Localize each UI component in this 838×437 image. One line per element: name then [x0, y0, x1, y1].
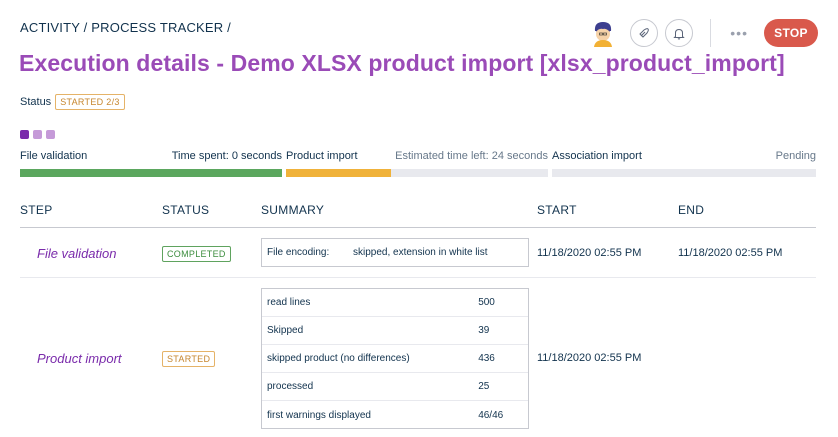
summary-value: skipped, extension in white list [353, 247, 488, 258]
progress-step-name: File validation [20, 150, 88, 162]
summary-key: processed [267, 381, 314, 392]
summary-value: 39 [478, 325, 490, 336]
divider [710, 19, 712, 47]
progress-step-association-import: Association import Pending [552, 150, 816, 177]
step-name: Product import [37, 351, 122, 366]
step-name: File validation [37, 246, 117, 261]
step-dot-2 [33, 130, 42, 139]
progress-bar-fill [20, 169, 282, 177]
header-actions: ••• STOP [590, 19, 818, 47]
end-time: 11/18/2020 02:55 PM [678, 247, 783, 259]
progress-step-info: Estimated time left: 24 seconds [395, 150, 548, 162]
status-label: Status [20, 96, 52, 108]
column-header-start: START [537, 203, 577, 217]
summary-value: 46/46 [478, 409, 504, 421]
summary-row: first warnings displayed 46/46 [262, 401, 528, 429]
bell-icon [673, 28, 685, 39]
summary-value: 436 [478, 353, 495, 364]
step-dot-1 [20, 130, 29, 139]
progress-step-product-import: Product import Estimated time left: 24 s… [286, 150, 548, 177]
summary-key: skipped product (no differences) [267, 353, 410, 364]
column-header-status: STATUS [162, 203, 210, 217]
page-title: Execution details - Demo XLSX product im… [19, 50, 785, 76]
rocket-icon [639, 28, 650, 38]
status-badge: STARTED [162, 351, 216, 367]
summary-key: File encoding: [267, 247, 330, 258]
status-badge: COMPLETED [162, 246, 231, 262]
progress-step-info: Time spent: 0 seconds [171, 150, 282, 162]
breadcrumb[interactable]: ACTIVITY / PROCESS TRACKER / [20, 20, 231, 35]
stop-button[interactable]: STOP [764, 19, 818, 47]
summary-row: processed 25 [262, 373, 528, 401]
step-dot-3 [46, 130, 55, 139]
user-avatar-icon[interactable] [590, 19, 616, 47]
progress-step-name: Product import [286, 150, 358, 162]
start-time: 11/18/2020 02:55 PM [537, 352, 642, 364]
column-header-step: STEP [20, 203, 53, 217]
summary-key: Skipped [267, 325, 304, 336]
notifications-button[interactable] [665, 19, 694, 47]
row-divider [20, 277, 816, 278]
summary-key: read lines [267, 297, 311, 308]
table-header-divider [20, 227, 816, 228]
summary-value: 500 [478, 297, 495, 308]
summary-row: Skipped 39 [262, 317, 528, 345]
step-indicator [20, 130, 59, 139]
more-options-button[interactable]: ••• [730, 26, 748, 40]
column-header-summary: SUMMARY [261, 203, 325, 217]
progress-bar [286, 169, 548, 177]
start-time: 11/18/2020 02:55 PM [537, 247, 642, 259]
summary-row: skipped product (no differences) 436 [262, 345, 528, 373]
summary-box: read lines 500 Skipped 39 skipped produc… [261, 288, 529, 429]
summary-row: read lines 500 [262, 289, 528, 317]
progress-steps: File validation Time spent: 0 seconds Pr… [20, 150, 816, 177]
progress-step-info: Pending [775, 150, 816, 162]
summary-key: first warnings displayed [267, 409, 371, 421]
summary-value: 25 [478, 381, 490, 392]
progress-step-file-validation: File validation Time spent: 0 seconds [20, 150, 282, 177]
progress-step-name: Association import [552, 150, 642, 162]
progress-bar [552, 169, 816, 177]
column-header-end: END [678, 203, 705, 217]
progress-bar [20, 169, 282, 177]
progress-bar-fill [286, 169, 391, 177]
status-row: Status STARTED 2/3 [20, 94, 125, 110]
rocket-button[interactable] [630, 19, 659, 47]
status-badge: STARTED 2/3 [55, 94, 125, 110]
summary-box: File encoding: skipped, extension in whi… [261, 238, 529, 267]
